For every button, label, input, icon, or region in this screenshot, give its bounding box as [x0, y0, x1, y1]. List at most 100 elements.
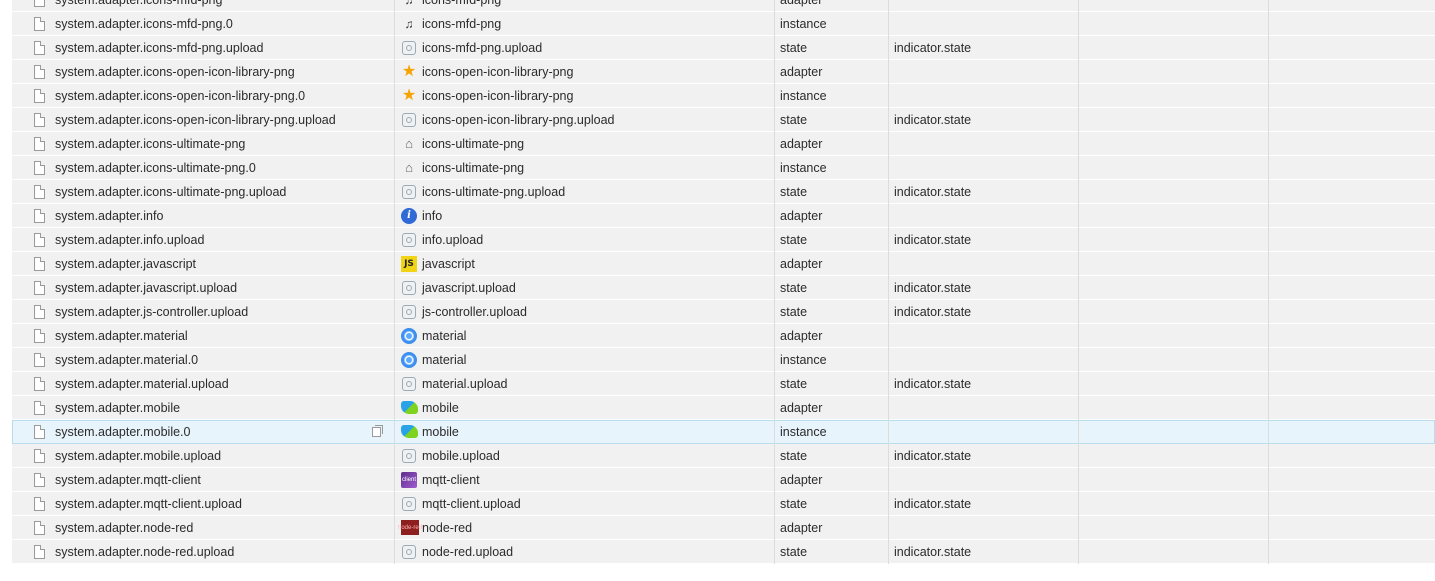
column-separator — [774, 396, 775, 420]
object-role-cell — [888, 132, 1078, 156]
column-separator — [888, 12, 889, 36]
table-row[interactable]: system.adapter.mqtt-client mqtt-client cli… — [12, 468, 1435, 492]
table-row[interactable]: system.adapter.javascript.upload javascri… — [12, 276, 1435, 300]
object-type-cell: adapter — [774, 0, 888, 12]
table-row[interactable]: system.adapter.icons-mfd-png.0 icons-mfd-… — [12, 12, 1435, 36]
object-id-cell: system.adapter.info — [12, 204, 394, 228]
column-separator — [1268, 420, 1269, 444]
object-name-text: javascript.upload — [422, 281, 516, 295]
object-function-cell — [1268, 60, 1435, 84]
table-row[interactable]: system.adapter.icons-ultimate-png.0 icons… — [12, 156, 1435, 180]
object-function-cell — [1268, 540, 1435, 564]
column-separator — [1078, 540, 1079, 564]
object-id-cell: system.adapter.javascript — [12, 252, 394, 276]
bell-icon: ♫ — [404, 17, 414, 31]
column-separator — [774, 180, 775, 204]
object-id-text: system.adapter.icons-mfd-png — [55, 0, 223, 7]
column-separator — [1078, 276, 1079, 300]
file-icon — [34, 377, 45, 391]
table-row[interactable]: system.adapter.icons-mfd-png.upload icons… — [12, 36, 1435, 60]
table-row[interactable]: system.adapter.mobile.upload mobile.uploa… — [12, 444, 1435, 468]
file-icon — [34, 401, 45, 415]
table-row[interactable]: system.adapter.js-controller.upload js-co… — [12, 300, 1435, 324]
column-separator — [1268, 396, 1269, 420]
file-icon — [34, 425, 45, 439]
table-row[interactable]: system.adapter.mobile mobile adapter — [12, 396, 1435, 420]
table-row[interactable]: system.adapter.info.upload info.upload sta… — [12, 228, 1435, 252]
table-row[interactable]: system.adapter.icons-ultimate-png icons-u… — [12, 132, 1435, 156]
column-separator — [888, 108, 889, 132]
object-type-cell: state — [774, 108, 888, 132]
object-room-cell — [1078, 420, 1268, 444]
table-row[interactable]: system.adapter.mqtt-client.upload mqtt-cl… — [12, 492, 1435, 516]
object-type-text: adapter — [780, 473, 823, 487]
object-room-cell — [1078, 108, 1268, 132]
file-icon — [34, 305, 45, 319]
column-separator — [394, 468, 395, 492]
object-role-cell — [888, 420, 1078, 444]
column-separator — [394, 276, 395, 300]
column-separator — [1078, 348, 1079, 372]
object-name-cell: icons-ultimate-png.upload — [394, 180, 774, 204]
object-type-text: adapter — [780, 137, 823, 151]
table-row[interactable]: system.adapter.info info i adapter — [12, 204, 1435, 228]
table-row[interactable]: system.adapter.icons-ultimate-png.upload… — [12, 180, 1435, 204]
table-row[interactable]: system.adapter.icons-open-icon-library-p… — [12, 84, 1435, 108]
column-separator — [1078, 60, 1079, 84]
object-name-cell: material — [394, 324, 774, 348]
column-separator — [888, 252, 889, 276]
column-separator — [888, 444, 889, 468]
table-row[interactable]: system.adapter.material.upload material.u… — [12, 372, 1435, 396]
table-row[interactable]: system.adapter.material.0 material instanc… — [12, 348, 1435, 372]
column-separator — [888, 228, 889, 252]
file-icon — [34, 17, 45, 31]
object-name-text: icons-mfd-png.upload — [422, 41, 543, 55]
column-separator — [1078, 12, 1079, 36]
column-separator — [394, 444, 395, 468]
object-type-text: adapter — [780, 65, 823, 79]
column-separator — [1268, 324, 1269, 348]
object-role-cell: indicator.state — [888, 36, 1078, 60]
object-function-cell — [1268, 12, 1435, 36]
object-role-text: indicator.state — [894, 233, 972, 247]
column-separator — [888, 492, 889, 516]
object-name-text: javascript — [422, 257, 475, 271]
table-row[interactable]: system.adapter.mobile.0 mobile instance — [12, 420, 1435, 444]
object-name-text: icons-mfd-png — [422, 17, 502, 31]
object-name-text: node-red.upload — [422, 545, 514, 559]
table-row[interactable]: system.adapter.material material adapter — [12, 324, 1435, 348]
column-separator — [1078, 468, 1079, 492]
object-role-cell — [888, 84, 1078, 108]
column-separator — [394, 84, 395, 108]
object-function-cell — [1268, 396, 1435, 420]
table-row[interactable]: system.adapter.icons-open-icon-library-p… — [12, 60, 1435, 84]
object-room-cell — [1078, 372, 1268, 396]
object-room-cell — [1078, 156, 1268, 180]
object-id-cell: system.adapter.javascript.upload — [12, 276, 394, 300]
object-function-cell — [1268, 300, 1435, 324]
object-type-cell: adapter — [774, 132, 888, 156]
file-icon — [34, 185, 45, 199]
object-id-cell: system.adapter.mobile.upload — [12, 444, 394, 468]
object-name-text: mobile — [422, 425, 459, 439]
object-role-cell: indicator.state — [888, 372, 1078, 396]
table-row[interactable]: system.adapter.node-red node-red node-red a… — [12, 516, 1435, 540]
object-room-cell — [1078, 396, 1268, 420]
column-separator — [774, 444, 775, 468]
object-id-text: system.adapter.info — [55, 209, 164, 223]
object-name-cell: icons-open-icon-library-png.upload — [394, 108, 774, 132]
column-separator — [774, 348, 775, 372]
file-icon — [34, 65, 45, 79]
copy-icon[interactable] — [372, 425, 383, 437]
table-row[interactable]: system.adapter.icons-open-icon-library-p… — [12, 108, 1435, 132]
object-role-cell: indicator.state — [888, 444, 1078, 468]
object-name-text: icons-mfd-png — [422, 0, 502, 7]
table-row[interactable]: system.adapter.icons-mfd-png icons-mfd-pn… — [12, 0, 1435, 12]
table-row[interactable]: system.adapter.node-red.upload node-red.u… — [12, 540, 1435, 564]
bell-icon: ♫ — [404, 0, 414, 7]
column-separator — [888, 156, 889, 180]
column-separator — [394, 300, 395, 324]
object-id-text: system.adapter.mobile — [55, 401, 181, 415]
table-row[interactable]: system.adapter.javascript javascript JS ada… — [12, 252, 1435, 276]
column-separator — [888, 60, 889, 84]
